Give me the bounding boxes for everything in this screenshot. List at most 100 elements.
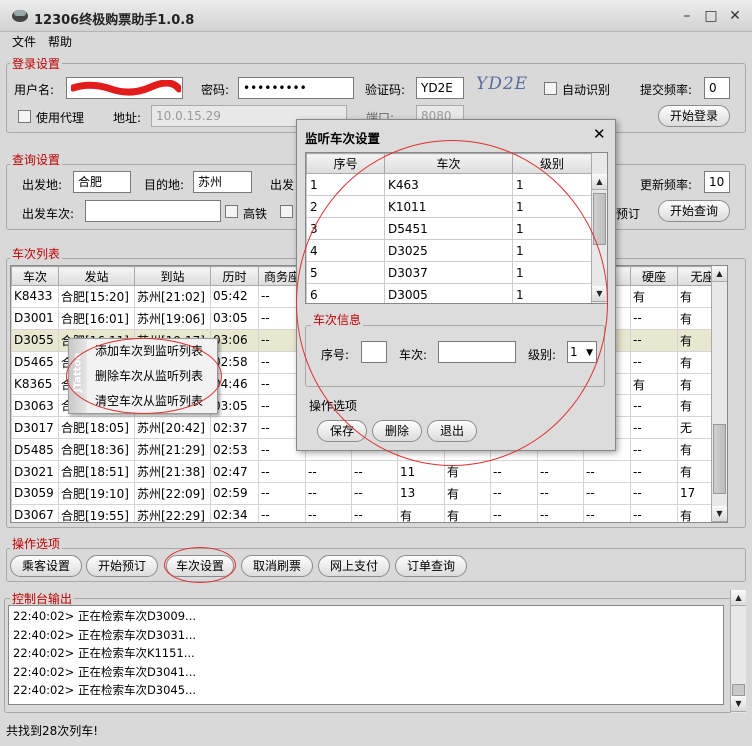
train-cell: 02:47 (210, 460, 259, 484)
train-column-header[interactable]: 硬座 (630, 266, 678, 286)
scroll-thumb[interactable] (593, 193, 606, 245)
console-output[interactable]: 22:40:02> 正在检索车次D3009... 22:40:02> 正在检索车次… (8, 605, 724, 705)
train-cell: 05:42 (210, 285, 259, 308)
watch-row[interactable]: 5 D3037 1 (306, 261, 592, 284)
minimize-button[interactable]: – (676, 6, 698, 26)
cancel-refresh-button[interactable]: 取消刷票 (241, 555, 313, 577)
watch-column-header[interactable]: 级别 (512, 153, 592, 174)
menu-file[interactable]: 文件 (12, 33, 36, 50)
watch-column-header[interactable]: 车次 (384, 153, 513, 174)
scroll-down-icon[interactable]: ▼ (592, 286, 607, 302)
train-cell: -- (305, 503, 352, 522)
train-cell: 有 (630, 285, 678, 308)
scroll-up-icon[interactable]: ▲ (731, 590, 746, 606)
console-line: 22:40:02> 正在检索车次D3041... (13, 664, 197, 679)
to-input[interactable]: 苏州 (193, 171, 252, 193)
train-row[interactable]: D3067 合肥[19:55] 苏州[22:29] 02:34 -- -- -- 有有 -- --… (11, 503, 727, 522)
train-filter-input[interactable] (85, 200, 221, 222)
train-cell: K8433 (11, 285, 59, 308)
train-row[interactable]: D3059 合肥[19:10] 苏州[22:09] 02:59 -- -- -- 13 有 -- -… (11, 482, 727, 505)
train-cell: D3017 (11, 416, 59, 440)
menu-add-to-watch[interactable]: 添加车次到监听列表 (69, 339, 217, 364)
menu-remove-from-watch[interactable]: 删除车次从监听列表 (69, 364, 217, 389)
auto-recognize-checkbox[interactable] (544, 82, 557, 95)
start-query-button[interactable]: 开始查询 (658, 200, 730, 222)
dialog-close-icon[interactable]: ✕ (593, 125, 606, 143)
start-booking-button[interactable]: 开始预订 (86, 555, 158, 577)
dialog-exit-button[interactable]: 退出 (427, 420, 477, 442)
train-settings-button[interactable]: 车次设置 (166, 555, 234, 577)
train-column-header[interactable]: 发站 (58, 266, 135, 286)
watch-train-dialog: 监听车次设置 ✕ 序号 车次 级别 1 K463 1 2 K1011 1 3 D5451 1 4 D30… (296, 119, 616, 451)
ops-legend: 操作选项 (10, 535, 63, 552)
watch-row[interactable]: 1 K463 1 (306, 173, 592, 196)
submit-freq-input[interactable]: 0 (704, 77, 730, 99)
train-cell: D5485 (11, 438, 59, 462)
scroll-thumb[interactable] (732, 684, 745, 696)
train-cell: D3055 (11, 328, 59, 352)
train-cell: 苏州[22:09] (134, 482, 211, 505)
scroll-thumb[interactable] (713, 424, 726, 494)
train-type-checkbox[interactable] (280, 205, 293, 218)
console-scrollbar[interactable]: ▲ ▼ (730, 590, 746, 713)
scroll-up-icon[interactable]: ▲ (712, 266, 727, 282)
train-column-header[interactable]: 到站 (134, 266, 211, 286)
watch-cell: 1 (306, 173, 385, 196)
train-row[interactable]: D3021 合肥[18:51] 苏州[21:38] 02:47 -- -- -- 11 有 -- -… (11, 460, 727, 484)
use-proxy-checkbox[interactable] (18, 110, 31, 123)
watch-cell: K1011 (384, 195, 513, 218)
username-label: 用户名: (14, 83, 55, 97)
train-cell: -- (490, 482, 538, 505)
from-label: 出发地: (22, 178, 63, 192)
captcha-input[interactable]: YD2E (416, 77, 464, 99)
scroll-up-icon[interactable]: ▲ (592, 174, 607, 190)
use-proxy-label: 使用代理 (36, 111, 85, 125)
refresh-freq-input[interactable]: 10 (704, 171, 730, 193)
submit-freq-label: 提交频率: (640, 83, 693, 97)
level-select[interactable]: 1 ▼ (567, 341, 597, 363)
highspeed-label: 高铁 (243, 207, 268, 221)
password-input[interactable]: ••••••••• (238, 77, 354, 99)
dialog-delete-button[interactable]: 删除 (372, 420, 422, 442)
book-label: 预订 (616, 207, 641, 221)
train-column-header[interactable]: 车次 (11, 266, 59, 286)
train-cell: 有 (444, 482, 491, 505)
watch-row[interactable]: 3 D5451 1 (306, 217, 592, 240)
train-table-scrollbar[interactable]: ▲ ▼ (711, 266, 727, 522)
scroll-down-icon[interactable]: ▼ (712, 506, 727, 522)
dialog-save-button[interactable]: 保存 (317, 420, 367, 442)
watch-row[interactable]: 6 D3005 1 (306, 283, 592, 303)
menu-help[interactable]: 帮助 (48, 33, 72, 50)
train-column-header[interactable]: 历时 (210, 266, 259, 286)
seq-input[interactable] (361, 341, 387, 363)
watch-column-header[interactable]: 序号 (306, 153, 385, 174)
scroll-down-icon[interactable]: ▼ (731, 696, 746, 712)
highspeed-checkbox[interactable] (225, 205, 238, 218)
train-cell: 13 (397, 482, 445, 505)
train-cell: -- (258, 503, 306, 522)
train-cell: -- (630, 438, 678, 462)
captcha-image[interactable]: YD2E (476, 74, 528, 94)
from-input[interactable]: 合肥 (73, 171, 131, 193)
auto-recognize-label: 自动识别 (562, 83, 611, 97)
train-cell: D3001 (11, 306, 59, 330)
level-label: 级别: (528, 348, 557, 362)
watch-row[interactable]: 2 K1011 1 (306, 195, 592, 218)
passenger-settings-button[interactable]: 乘客设置 (10, 555, 82, 577)
username-input[interactable] (66, 77, 183, 99)
train-cell: -- (630, 482, 678, 505)
menu-clear-watch[interactable]: 清空车次从监听列表 (69, 389, 217, 414)
order-query-button[interactable]: 订单查询 (395, 555, 467, 577)
watch-cell: 1 (512, 195, 592, 218)
watch-table-scrollbar[interactable]: ▲ ▼ (591, 153, 607, 303)
window-title: 12306终极购票助手1.0.8 (34, 13, 195, 28)
password-label: 密码: (201, 83, 230, 97)
watch-row[interactable]: 4 D3025 1 (306, 239, 592, 262)
dialog-train-input[interactable] (438, 341, 516, 363)
watch-train-table[interactable]: 序号 车次 级别 1 K463 1 2 K1011 1 3 D5451 1 4 D3025 1 5 D3037… (305, 152, 608, 304)
start-login-button[interactable]: 开始登录 (658, 105, 730, 127)
online-payment-button[interactable]: 网上支付 (318, 555, 390, 577)
close-button[interactable]: ✕ (724, 6, 746, 26)
app-train-icon (12, 10, 28, 22)
maximize-button[interactable]: □ (700, 6, 722, 26)
